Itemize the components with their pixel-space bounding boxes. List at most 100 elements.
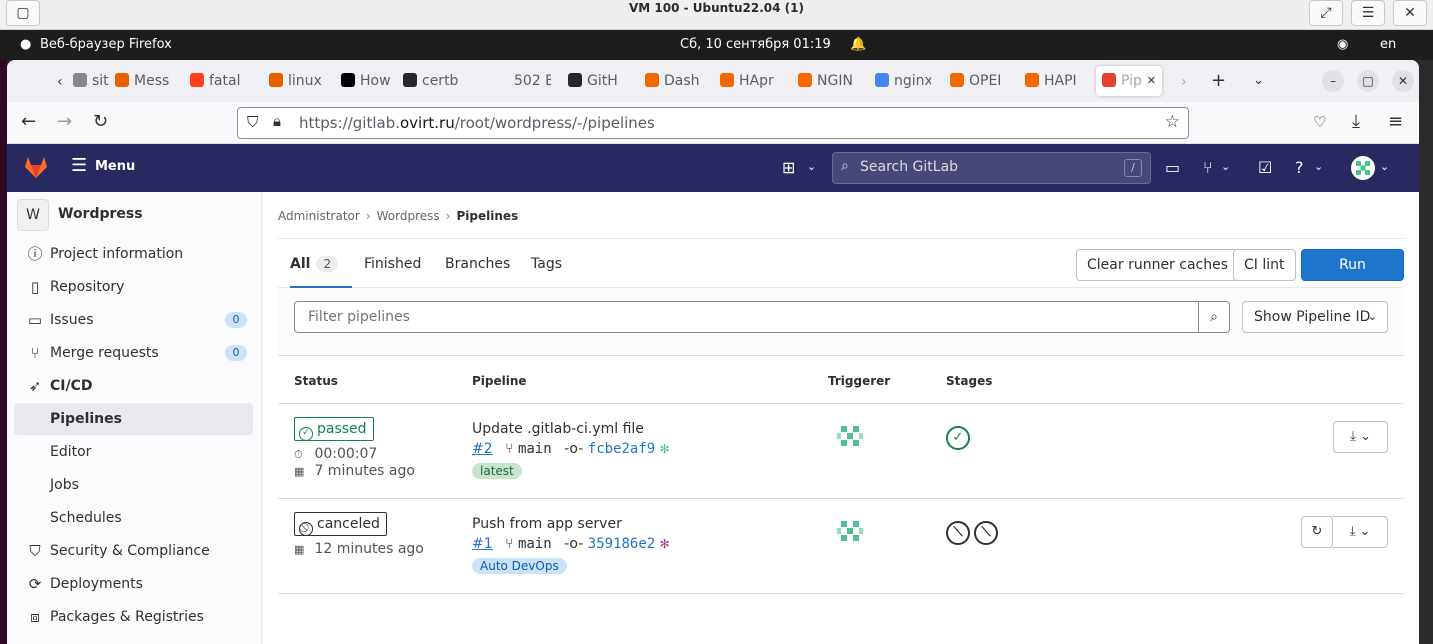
user-avatar-icon[interactable] xyxy=(1351,156,1375,180)
fullscreen-icon[interactable]: ⤢ xyxy=(1309,0,1343,26)
browser-tab[interactable]: HAPI xyxy=(1025,66,1081,96)
sidebar-item-pipelines[interactable]: Pipelines xyxy=(14,403,253,435)
browser-tab[interactable]: certb xyxy=(403,66,459,96)
keyboard-layout[interactable]: en xyxy=(1380,37,1396,52)
branch-name[interactable]: main xyxy=(518,536,552,552)
browser-tab[interactable]: NGIN xyxy=(798,66,854,96)
list-tabs-icon[interactable]: ⌄ xyxy=(1253,71,1264,91)
minimize-icon[interactable]: – xyxy=(1322,70,1344,92)
merge-requests-icon[interactable]: ⑂ xyxy=(1203,158,1213,177)
browser-tab[interactable]: Pip ✕ xyxy=(1096,66,1162,96)
url-bar[interactable]: ⛉ 🔒︎ https://gitlab.ovirt.ru/root/wordpr… xyxy=(237,107,1189,139)
artifacts-download-button[interactable]: ⤓ ⌄ xyxy=(1333,516,1388,548)
filter-pipelines-input[interactable]: Filter pipelines xyxy=(294,301,1199,333)
tab-tags[interactable]: Tags xyxy=(531,239,562,288)
pipeline-id-link[interactable]: #2 xyxy=(472,441,493,457)
chevron-down-icon[interactable]: ⌄ xyxy=(1221,160,1230,173)
stage-canceled-icon[interactable]: ⟍ xyxy=(946,521,970,545)
tab-branches[interactable]: Branches xyxy=(445,239,510,288)
clear-runner-caches-button[interactable]: Clear runner caches xyxy=(1076,249,1240,281)
sidebar-item-security-compliance[interactable]: ⛉ Security & Compliance xyxy=(14,535,253,567)
sidebar-item-repository[interactable]: ▯ Repository xyxy=(14,271,253,303)
sidebar-item-packages-registries[interactable]: ⧈ Packages & Registries xyxy=(14,601,253,633)
downloads-icon[interactable]: ⤓ xyxy=(1352,112,1360,132)
browser-tab[interactable]: HApr xyxy=(720,66,776,96)
sidebar-item-schedules[interactable]: Schedules xyxy=(14,502,253,534)
back-icon[interactable]: ← xyxy=(21,112,36,132)
ci-lint-button[interactable]: CI lint xyxy=(1233,249,1296,281)
todo-icon[interactable]: ☑ xyxy=(1258,158,1272,177)
create-new-icon[interactable]: ⊞ xyxy=(782,158,795,177)
tab-finished[interactable]: Finished xyxy=(364,239,421,288)
run-pipeline-button[interactable]: Run pipeline xyxy=(1301,249,1404,303)
help-icon[interactable]: ? xyxy=(1295,158,1304,177)
browser-tab[interactable]: linux xyxy=(269,66,325,96)
status-badge[interactable]: ✓ passed xyxy=(294,417,374,441)
browser-tab[interactable]: 502 Bad xyxy=(495,66,551,96)
maximize-icon[interactable]: □ xyxy=(1357,70,1379,92)
menu-icon[interactable]: ☰ xyxy=(71,155,87,176)
browser-tab[interactable]: How xyxy=(341,66,397,96)
browser-tab[interactable]: OPEI xyxy=(950,66,1006,96)
browser-tab[interactable]: fatal xyxy=(190,66,246,96)
sidebar-item-editor[interactable]: Editor xyxy=(14,436,253,468)
app-menu-icon[interactable]: ≡ xyxy=(1388,112,1403,132)
commit-title[interactable]: Push from app server xyxy=(472,516,622,532)
window-close-icon[interactable]: ✕ xyxy=(1392,70,1414,92)
search-input[interactable]: ⌕ Search GitLab / xyxy=(832,152,1151,184)
pipeline-id-link[interactable]: #1 xyxy=(472,536,493,552)
commit-sha[interactable]: 359186e2 xyxy=(588,536,655,552)
artifacts-download-button[interactable]: ⤓ ⌄ xyxy=(1333,421,1388,453)
breadcrumb-item[interactable]: Administrator xyxy=(278,209,360,223)
pocket-icon[interactable]: ♡ xyxy=(1313,112,1326,132)
sidebar-item-ci-cd[interactable]: ➶ CI/CD xyxy=(14,370,253,402)
sidebar-item-issues[interactable]: ▭ Issues 0 xyxy=(14,304,253,336)
lock-icon[interactable]: 🔒︎ xyxy=(273,112,281,130)
stage-success-icon[interactable]: ✓ xyxy=(946,426,970,450)
accessibility-icon[interactable]: ◉ xyxy=(1337,37,1348,52)
browser-tab[interactable]: Dash xyxy=(645,66,701,96)
chevron-down-icon[interactable]: ⌄ xyxy=(1380,160,1389,173)
search-icon[interactable]: ⌕ xyxy=(1198,301,1230,333)
commit-author-avatar[interactable]: ✻ xyxy=(660,442,670,456)
bell-icon[interactable]: 🔔 xyxy=(850,37,866,52)
triggerer-avatar[interactable] xyxy=(834,420,866,452)
commit-sha[interactable]: fcbe2af9 xyxy=(588,441,655,457)
reload-icon[interactable]: ↻ xyxy=(93,112,108,132)
active-app-label[interactable]: Веб-браузер Firefox xyxy=(40,37,172,52)
sidebar-item-deployments[interactable]: ⟳ Deployments xyxy=(14,568,253,600)
breadcrumb-item[interactable]: Wordpress xyxy=(377,209,440,223)
favicon-icon xyxy=(568,73,582,87)
tab-all[interactable]: All 2 xyxy=(290,239,352,288)
browser-tab[interactable]: Mess xyxy=(115,66,171,96)
sidebar-item-jobs[interactable]: Jobs xyxy=(14,469,253,501)
commit-author-avatar[interactable]: ✻ xyxy=(660,537,670,551)
menu-label[interactable]: Menu xyxy=(95,159,135,174)
clock[interactable]: Сб, 10 сентября 01:19 xyxy=(680,37,831,52)
close-icon[interactable]: ✕ xyxy=(1393,0,1427,26)
browser-tab[interactable]: GitH xyxy=(568,66,624,96)
new-tab-icon[interactable]: + xyxy=(1211,71,1226,91)
retry-icon[interactable]: ↻ xyxy=(1301,516,1333,548)
stage-canceled-icon[interactable]: ⟍ xyxy=(974,521,998,545)
branch-name[interactable]: main xyxy=(518,441,552,457)
triggerer-avatar[interactable] xyxy=(834,515,866,547)
sidebar-item-merge-requests[interactable]: ⑂ Merge requests 0 xyxy=(14,337,253,369)
url-text[interactable]: https://gitlab.ovirt.ru/root/wordpress/-… xyxy=(299,114,655,132)
bookmark-star-icon[interactable]: ☆ xyxy=(1165,112,1180,132)
tab-scroll-right-icon[interactable]: › xyxy=(1181,72,1187,92)
issues-icon[interactable]: ▭ xyxy=(1165,158,1180,177)
forward-icon[interactable]: → xyxy=(57,112,72,132)
close-tab-icon[interactable]: ✕ xyxy=(1147,66,1156,96)
hamburger-icon[interactable]: ☰ xyxy=(1351,0,1385,26)
pipeline-id-dropdown[interactable]: Show Pipeline ID ⌄ xyxy=(1242,301,1388,333)
chevron-down-icon[interactable]: ⌄ xyxy=(1314,160,1323,173)
chevron-down-icon[interactable]: ⌄ xyxy=(807,160,816,173)
status-badge[interactable]: ⃠canceled xyxy=(294,512,387,536)
browser-tab[interactable]: nginx xyxy=(875,66,931,96)
tab-scroll-left-icon[interactable]: ‹ xyxy=(57,72,63,92)
shield-icon[interactable]: ⛉ xyxy=(247,113,258,131)
gitlab-logo-icon[interactable] xyxy=(23,154,49,180)
sidebar-item-project-information[interactable]: ⓘ Project information xyxy=(14,238,253,270)
commit-title[interactable]: Update .gitlab-ci.yml file xyxy=(472,421,644,437)
